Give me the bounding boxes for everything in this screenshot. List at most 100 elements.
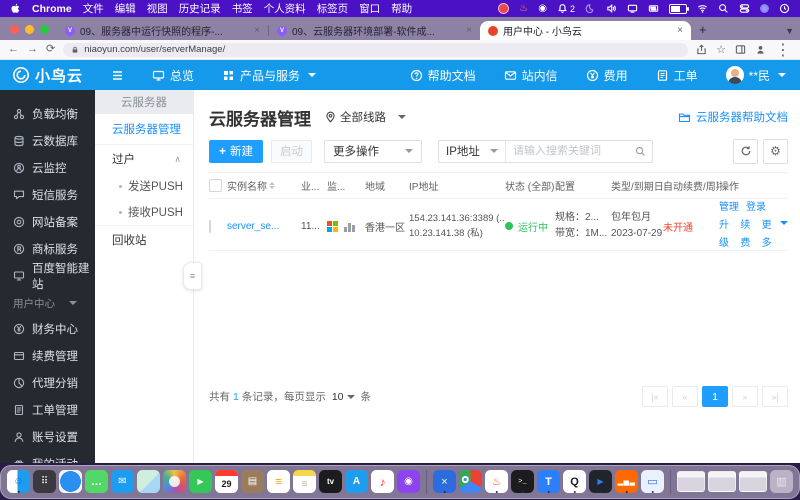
close-window-button[interactable] — [10, 25, 19, 34]
side-panel-icon[interactable] — [735, 44, 746, 55]
minimized-window[interactable] — [708, 471, 736, 492]
dock-chrome[interactable] — [459, 470, 482, 493]
clock-icon[interactable] — [779, 3, 790, 14]
minimize-window-button[interactable] — [25, 25, 34, 34]
dock-display-app[interactable]: ▭ — [641, 470, 664, 493]
menu-bookmarks[interactable]: 书签 — [232, 1, 253, 16]
subsidebar-group-transfer[interactable]: 过户 ∧ — [95, 144, 193, 173]
dock-launchpad[interactable]: ⠿ — [33, 470, 56, 493]
volume-icon[interactable] — [606, 3, 617, 14]
sidebar-item-site-builder[interactable]: 百度智能建站 — [0, 262, 95, 291]
sidebar-item-renewal[interactable]: 续费管理 — [0, 342, 95, 369]
monitor-chart-icon[interactable] — [344, 221, 355, 232]
dock-photos[interactable] — [163, 470, 186, 493]
dock-maps[interactable] — [137, 470, 160, 493]
screen-record-icon[interactable] — [498, 3, 510, 14]
nav-overview[interactable]: 总览 — [138, 60, 208, 90]
spotlight-search-icon[interactable] — [718, 3, 729, 14]
menu-profiles[interactable]: 个人资料 — [264, 1, 306, 16]
upgrade-link[interactable]: 升级 — [719, 217, 733, 253]
nav-ticket[interactable]: 工单 — [642, 60, 712, 90]
menubar-app-name[interactable]: Chrome — [32, 3, 72, 15]
dock-ev-app[interactable]: ▶ — [589, 470, 612, 493]
sidebar-section-user-center[interactable]: 用户中心 — [0, 291, 95, 315]
subsidebar-item-receive-push[interactable]: 接收PUSH — [95, 199, 193, 225]
renew-link[interactable]: 续费 — [740, 217, 754, 253]
search-input[interactable] — [506, 145, 629, 157]
window-controls[interactable] — [10, 25, 49, 34]
menu-edit[interactable]: 编辑 — [115, 1, 136, 16]
search-button[interactable] — [628, 146, 652, 157]
share-icon[interactable] — [696, 44, 707, 55]
menu-view[interactable]: 视图 — [147, 1, 168, 16]
last-page-button[interactable]: »| — [762, 386, 788, 407]
menu-window[interactable]: 窗口 — [359, 1, 380, 16]
sidebar-item-icp-filing[interactable]: 网站备案 — [0, 208, 95, 235]
column-settings-button[interactable]: ⚙ — [763, 138, 788, 164]
tab-active-close-icon[interactable]: × — [677, 25, 683, 36]
sidebar-collapse-handle[interactable]: ≡ — [183, 262, 202, 290]
instance-name-link[interactable]: server_se... — [227, 221, 301, 232]
dock-terminal[interactable]: >_ — [511, 470, 534, 493]
manage-link[interactable]: 管理 — [719, 199, 739, 217]
bookmark-star-icon[interactable]: ☆ — [716, 43, 726, 56]
nav-products[interactable]: 产品与服务 — [208, 60, 330, 90]
sidebar-item-finance[interactable]: 财务中心 — [0, 315, 95, 342]
dock-stats-app[interactable]: ▂▅▃ — [615, 470, 638, 493]
zoom-window-button[interactable] — [40, 25, 49, 34]
forward-button[interactable]: → — [27, 44, 38, 55]
server-help-doc-link[interactable]: 云服务器帮助文档 — [678, 109, 788, 125]
dock-notes[interactable]: ≡ — [293, 470, 316, 493]
globe-status-icon[interactable]: ◉ — [538, 3, 547, 14]
keyboard-icon[interactable] — [648, 3, 659, 14]
more-operations-dropdown[interactable]: 更多操作 — [324, 139, 423, 163]
current-page-button[interactable]: 1 — [702, 386, 728, 407]
sidebar-item-agent[interactable]: 代理分销 — [0, 369, 95, 396]
screen-mirroring-icon[interactable] — [627, 3, 638, 14]
nav-collapse-icon[interactable] — [97, 60, 138, 90]
dock-calendar[interactable]: 29 — [215, 470, 238, 493]
search-type-dropdown[interactable]: IP地址 — [439, 140, 507, 162]
profile-icon[interactable] — [755, 44, 766, 55]
refresh-button[interactable] — [733, 138, 758, 164]
minimized-window[interactable] — [739, 471, 767, 492]
tab-search-chevron-icon[interactable]: ▼ — [785, 26, 794, 36]
subsidebar-item-recycle-bin[interactable]: 回收站 — [95, 225, 193, 254]
menu-help[interactable]: 帮助 — [391, 1, 412, 16]
flame-status-icon[interactable]: ♨ — [519, 3, 528, 14]
brand-logo[interactable]: 小鸟云 — [0, 65, 97, 86]
login-link[interactable]: 登录 — [746, 199, 766, 217]
tab-1-close-icon[interactable]: × — [254, 25, 260, 36]
dock-safari[interactable] — [59, 470, 82, 493]
sidebar-item-account-settings[interactable]: 账号设置 — [0, 423, 95, 450]
browser-menu-icon[interactable]: ⋮ — [775, 40, 792, 60]
more-link[interactable]: 更多 — [762, 217, 776, 253]
dock-blue-x-app[interactable]: × — [433, 470, 456, 493]
dock-qq[interactable]: Q — [563, 470, 586, 493]
dock-facetime[interactable]: ▶ — [189, 470, 212, 493]
menu-tabs[interactable]: 标签页 — [317, 1, 349, 16]
minimized-window[interactable] — [677, 471, 705, 492]
reload-button[interactable]: ⟳ — [46, 44, 55, 55]
dock-finder[interactable]: ☺ — [7, 470, 30, 493]
subsidebar-item-send-push[interactable]: 发送PUSH — [95, 173, 193, 199]
sidebar-item-ticket-mgmt[interactable]: 工单管理 — [0, 396, 95, 423]
dock-messages[interactable]: … — [85, 470, 108, 493]
menu-history[interactable]: 历史记录 — [179, 1, 221, 16]
wifi-icon[interactable] — [697, 3, 708, 14]
dock-trash[interactable]: ▥ — [770, 470, 793, 493]
back-button[interactable]: ← — [8, 44, 19, 55]
col-instance-name[interactable]: 实例名称 — [227, 178, 301, 193]
subsidebar-item-server-manage[interactable]: 云服务器管理 — [95, 114, 193, 144]
address-bar[interactable]: niaoyun.com/user/serverManage/ — [63, 42, 689, 57]
prev-page-button[interactable]: « — [672, 386, 698, 407]
dock-app-store[interactable]: A — [345, 470, 368, 493]
select-all-checkbox[interactable] — [209, 179, 222, 192]
dock-podcasts[interactable]: ◉ — [397, 470, 420, 493]
new-tab-button[interactable]: + — [699, 22, 707, 37]
menu-file[interactable]: 文件 — [83, 1, 104, 16]
start-button[interactable]: 启动 — [271, 139, 313, 163]
sidebar-item-cloud-database[interactable]: 云数据库 — [0, 127, 95, 154]
siri-icon[interactable] — [760, 4, 769, 13]
col-status-filter[interactable]: 状态 (全部) — [505, 178, 555, 193]
